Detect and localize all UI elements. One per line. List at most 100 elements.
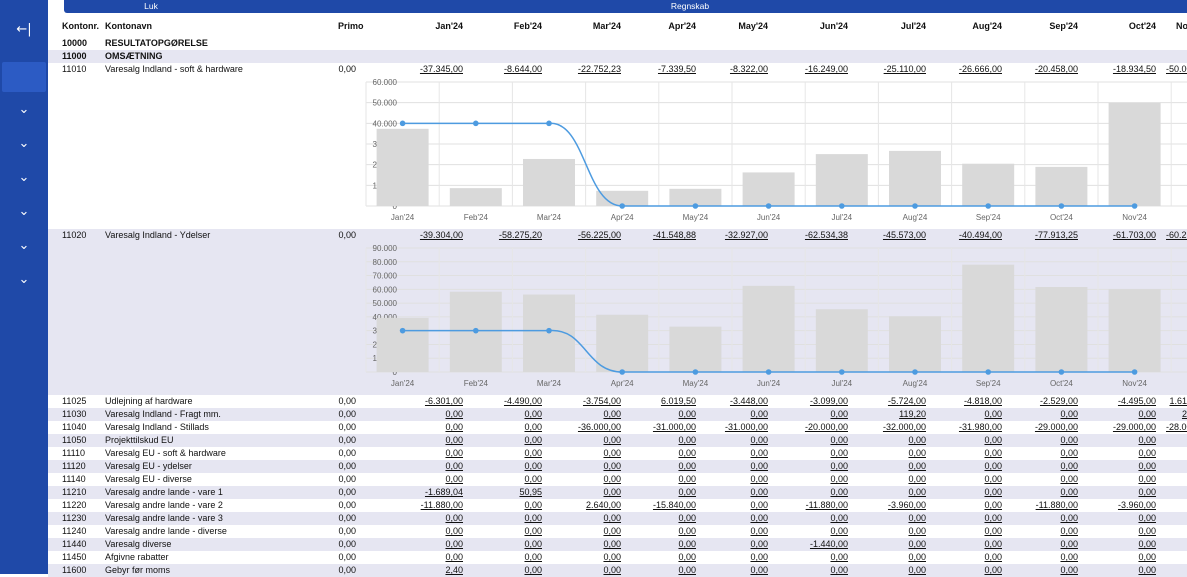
column-header-month[interactable]: Jun'24 <box>788 21 848 31</box>
chart-bar[interactable] <box>376 128 429 206</box>
month-value[interactable]: 0,00 <box>1096 513 1156 523</box>
month-value[interactable]: 0,00 <box>1096 435 1156 445</box>
month-value[interactable]: 0,00 <box>561 526 621 536</box>
month-value[interactable]: 0,00 <box>788 526 848 536</box>
month-value[interactable]: 0,00 <box>636 539 696 549</box>
month-value[interactable]: 0,00 <box>1096 539 1156 549</box>
month-value[interactable]: 0,00 <box>708 448 768 458</box>
month-value[interactable]: 0,00 <box>636 552 696 562</box>
month-value[interactable]: -32.000,00 <box>866 422 926 432</box>
month-value[interactable]: -40.494,00 <box>942 230 1002 240</box>
month-value[interactable]: 0,00 <box>942 448 1002 458</box>
month-value[interactable]: -6.301,00 <box>403 396 463 406</box>
month-value[interactable]: 6.019,50 <box>636 396 696 406</box>
month-value[interactable]: -29.000,00 <box>1018 422 1078 432</box>
month-value[interactable]: 0,00 <box>403 409 463 419</box>
month-value[interactable]: 0,00 <box>1018 474 1078 484</box>
month-value[interactable]: -8.322,00 <box>708 64 768 74</box>
month-value[interactable]: 0,00 <box>708 513 768 523</box>
month-value[interactable]: 0,00 <box>942 500 1002 510</box>
month-value[interactable]: 0,00 <box>482 552 542 562</box>
column-header-month[interactable]: Jul'24 <box>866 21 926 31</box>
series-point[interactable] <box>546 120 552 127</box>
table-row[interactable]: 11110 Varesalg EU - soft & hardware 0,00 0,… <box>48 447 1187 460</box>
chart-bar[interactable] <box>523 158 575 206</box>
month-value[interactable]: 0,00 <box>561 513 621 523</box>
month-value[interactable]: -3.960,00 <box>1096 500 1156 510</box>
series-point[interactable] <box>1131 369 1138 375</box>
table-row[interactable]: 11600 Gebyr før moms 0,00 2,40 0,00 0,00 0,00 0… <box>48 564 1187 577</box>
month-value[interactable]: 0,00 <box>708 500 768 510</box>
section-row[interactable]: 11000 OMSÆTNING <box>48 50 1187 63</box>
month-value[interactable]: 0,00 <box>866 435 926 445</box>
month-value[interactable]: -3.448,00 <box>708 396 768 406</box>
column-header-month[interactable]: May'24 <box>708 21 768 31</box>
series-point[interactable] <box>619 369 625 375</box>
month-value[interactable]: -41.548,88 <box>636 230 696 240</box>
month-value[interactable]: 0,00 <box>866 539 926 549</box>
month-value[interactable]: -25.110,00 <box>866 64 926 74</box>
month-value[interactable]: 0,00 <box>942 513 1002 523</box>
month-value[interactable]: 0,00 <box>636 487 696 497</box>
series-point[interactable] <box>399 327 406 334</box>
month-value[interactable]: -28.00 <box>1166 422 1187 432</box>
month-value[interactable]: 0,00 <box>482 409 542 419</box>
month-value[interactable]: 0,00 <box>942 435 1002 445</box>
month-value[interactable]: 0,00 <box>1096 461 1156 471</box>
table-row[interactable]: 11440 Varesalg diverse 0,00 0,00 0,00 0,00 0,0… <box>48 538 1187 551</box>
month-value[interactable]: -7.339,50 <box>636 64 696 74</box>
month-value[interactable]: -31.000,00 <box>636 422 696 432</box>
chart-bar[interactable] <box>962 163 1015 206</box>
month-value[interactable]: 0,00 <box>708 487 768 497</box>
chevron-down-icon[interactable]: ⌄ <box>0 164 48 192</box>
series-point[interactable] <box>1058 203 1065 209</box>
series-point[interactable] <box>912 369 918 375</box>
month-value[interactable]: 0,00 <box>788 448 848 458</box>
month-value[interactable]: 2.640,00 <box>561 500 621 510</box>
chevron-down-icon[interactable]: ⌄ <box>0 232 48 260</box>
month-value[interactable]: 0,00 <box>788 513 848 523</box>
column-header-month[interactable]: Feb'24 <box>482 21 542 31</box>
series-point[interactable] <box>399 120 406 127</box>
month-value[interactable]: 0,00 <box>1018 526 1078 536</box>
column-header-month[interactable]: Apr'24 <box>636 21 696 31</box>
series-point[interactable] <box>1058 369 1065 375</box>
column-header-month[interactable]: Sep'24 <box>1018 21 1078 31</box>
month-value[interactable]: -4.490,00 <box>482 396 542 406</box>
month-value[interactable]: 0,00 <box>866 448 926 458</box>
month-value[interactable]: 0,00 <box>403 435 463 445</box>
month-value[interactable]: -3.754,00 <box>561 396 621 406</box>
month-value[interactable]: 0,00 <box>482 422 542 432</box>
chart-bar[interactable] <box>1108 102 1161 206</box>
chart-bar[interactable] <box>889 150 941 206</box>
month-value[interactable]: 0,00 <box>636 474 696 484</box>
month-value[interactable]: 0,00 <box>866 461 926 471</box>
column-header-month[interactable]: Aug'24 <box>942 21 1002 31</box>
table-row[interactable]: 11020 Varesalg Indland - Ydelser 0,00 -3… <box>48 229 1187 242</box>
table-row[interactable]: 11230 Varesalg andre lande - vare 3 0,00 0,… <box>48 512 1187 525</box>
month-value[interactable]: 0,00 <box>708 409 768 419</box>
chart-bar[interactable] <box>449 188 502 206</box>
month-value[interactable]: -36.000,00 <box>561 422 621 432</box>
month-value[interactable]: 0,00 <box>942 552 1002 562</box>
month-value[interactable]: -11.880,00 <box>788 500 848 510</box>
chart-bar[interactable] <box>1035 286 1088 372</box>
table-row[interactable]: 11140 Varesalg EU - diverse 0,00 0,00 0,00 0,… <box>48 473 1187 486</box>
month-value[interactable]: -62.534,38 <box>788 230 848 240</box>
chevron-down-icon[interactable]: ⌄ <box>0 198 48 226</box>
month-value[interactable]: -37.345,00 <box>403 64 463 74</box>
month-value[interactable]: -1.689,04 <box>403 487 463 497</box>
month-value[interactable]: -29.000,00 <box>1096 422 1156 432</box>
month-value[interactable]: 0,00 <box>866 552 926 562</box>
series-point[interactable] <box>546 327 552 334</box>
table-row[interactable]: 11050 Projekttilskud EU 0,00 0,00 0,00 0,00 0,… <box>48 434 1187 447</box>
month-value[interactable]: -4.495,00 <box>1096 396 1156 406</box>
chart-bar[interactable] <box>669 326 722 372</box>
month-value[interactable]: 0,00 <box>636 435 696 445</box>
month-value[interactable]: 0,00 <box>1096 474 1156 484</box>
month-value[interactable]: 0,00 <box>636 409 696 419</box>
month-value[interactable]: 0,00 <box>636 513 696 523</box>
month-value[interactable]: -2.529,00 <box>1018 396 1078 406</box>
month-value[interactable]: -1.440,00 <box>788 539 848 549</box>
month-value[interactable]: -11.880,00 <box>1018 500 1078 510</box>
